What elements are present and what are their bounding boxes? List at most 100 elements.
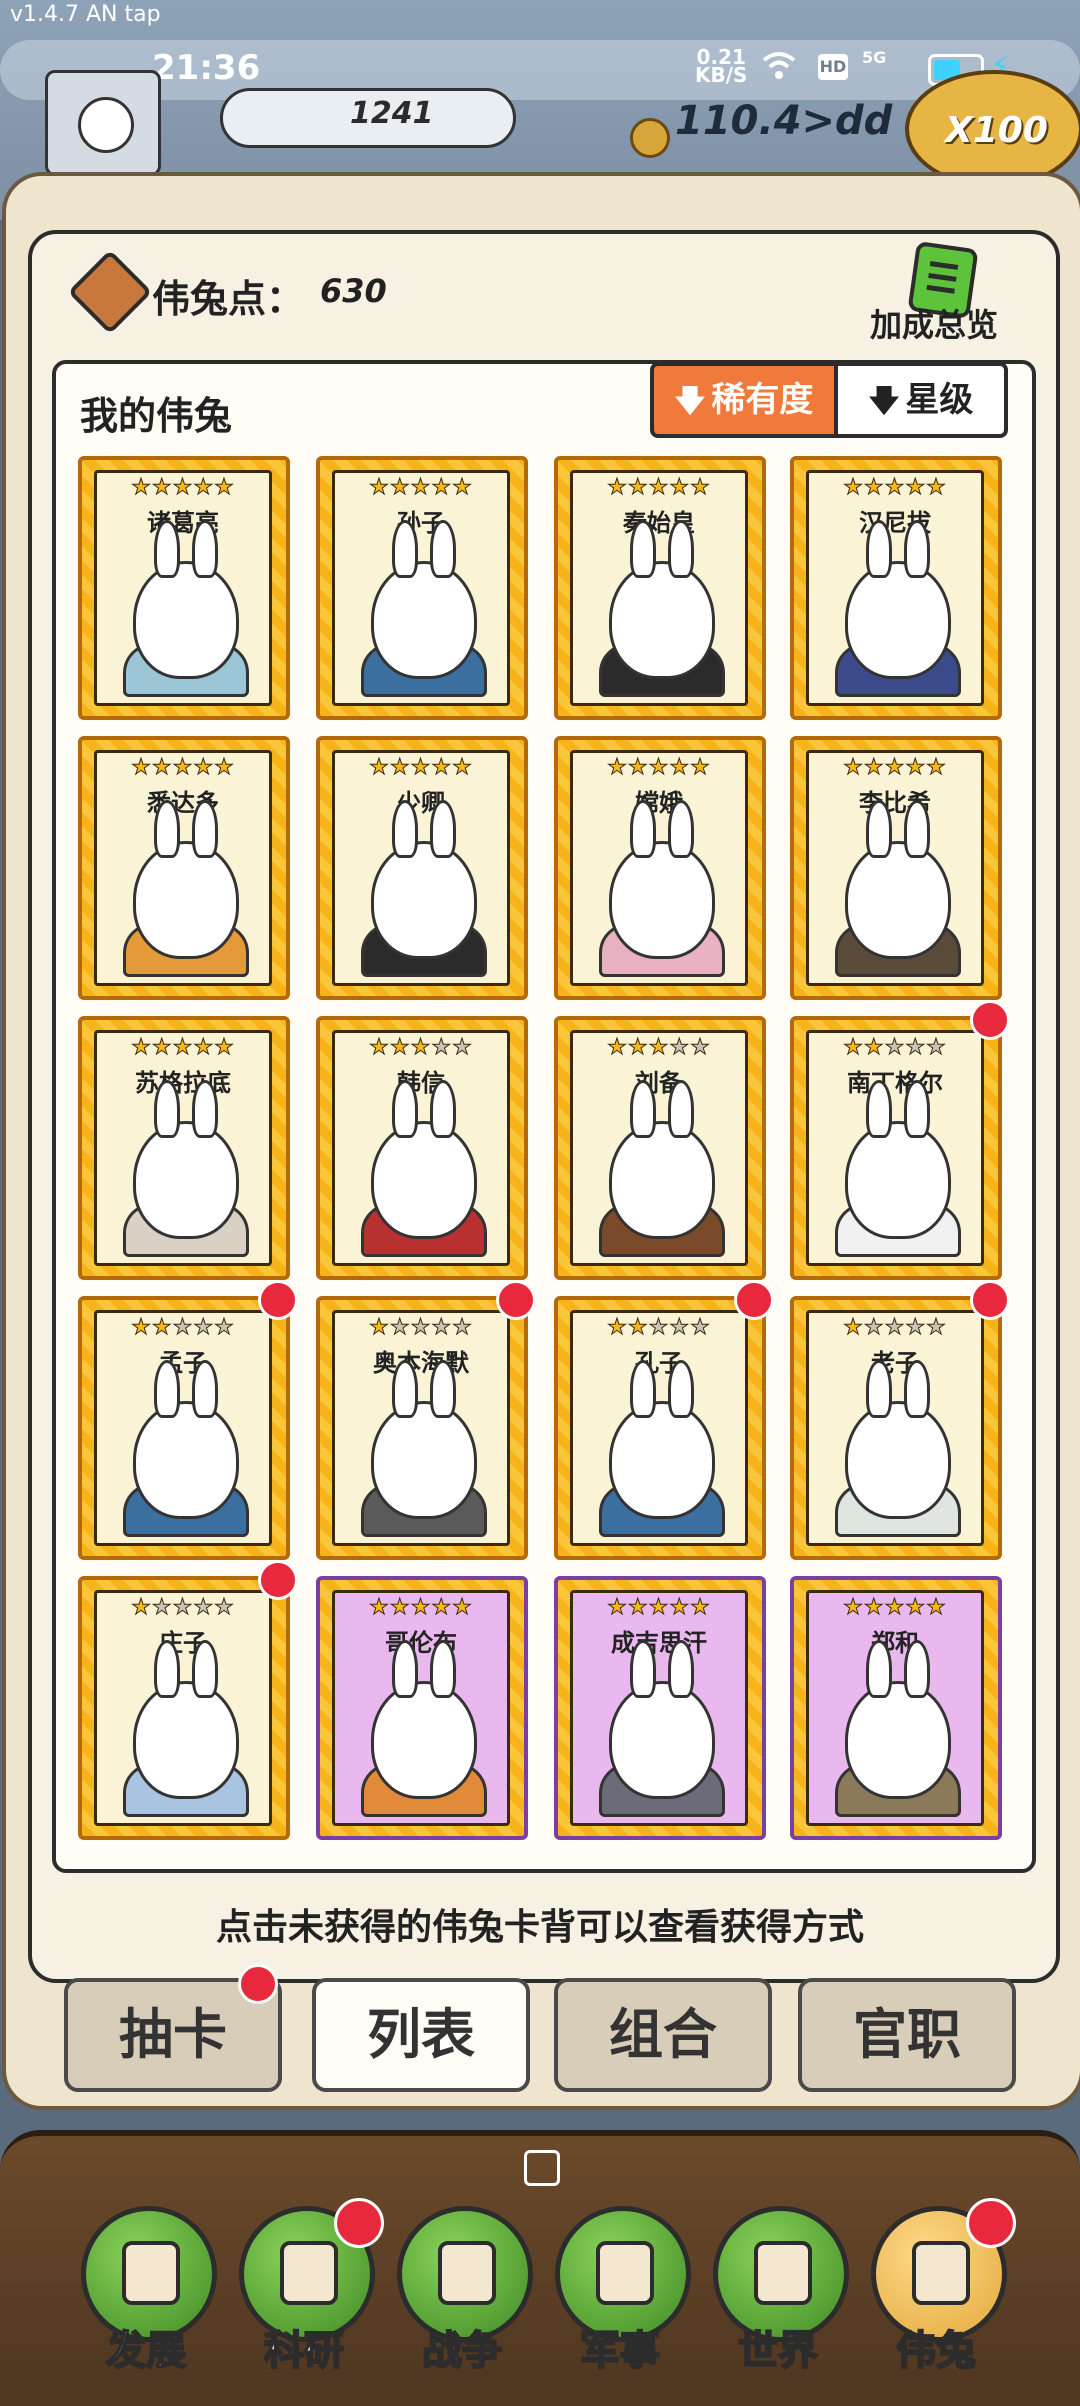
hero-name: 李比希 <box>859 789 931 817</box>
hero-card[interactable]: ★★★★★ 庄子 <box>78 1576 290 1840</box>
star-empty-icon: ★ <box>905 1035 927 1061</box>
star-filled-icon: ★ <box>193 755 215 781</box>
nav-item-4[interactable]: 军事 <box>550 2206 691 2386</box>
star-rating: ★★★★★ <box>809 755 981 781</box>
tab-3[interactable]: 组合 <box>554 1978 772 2092</box>
star-filled-icon: ★ <box>131 755 152 781</box>
star-empty-icon: ★ <box>389 1315 411 1341</box>
star-rating: ★★★★★ <box>573 1595 745 1621</box>
nav-label: 科研 <box>263 2327 345 2375</box>
new-badge <box>970 1000 1010 1040</box>
star-filled-icon: ★ <box>690 755 711 781</box>
hero-card[interactable]: ★★★★★ 南丁格尔 <box>790 1016 1002 1280</box>
star-filled-icon: ★ <box>926 1595 947 1621</box>
network-speed: 0.21 KB/S <box>695 47 747 85</box>
star-filled-icon: ★ <box>172 475 194 501</box>
hero-card-face: ★★★★★ 诸葛亮 <box>94 470 272 706</box>
star-rating: ★★★★★ <box>809 1035 981 1061</box>
hero-name: 汉尼拔 <box>859 509 931 537</box>
hero-card[interactable]: ★★★★★ 成吉思汗 <box>554 1576 766 1840</box>
tab-label: 组合 <box>609 2003 717 2066</box>
tab-label: 官职 <box>853 2003 961 2066</box>
star-filled-icon: ★ <box>151 1315 173 1341</box>
star-empty-icon: ★ <box>905 1315 927 1341</box>
arrow-down-icon: 🡇 <box>674 384 706 419</box>
hero-card-face: ★★★★★ 南丁格尔 <box>806 1030 984 1266</box>
star-rating: ★★★★★ <box>809 1595 981 1621</box>
hero-name: 孔子 <box>635 1349 683 1377</box>
hero-card[interactable]: ★★★★★ 悉达多 <box>78 736 290 1000</box>
hero-card[interactable]: ★★★★★ 老子 <box>790 1296 1002 1560</box>
hero-card[interactable]: ★★★★★ 少卿 <box>316 736 528 1000</box>
rabbit-portrait-icon <box>609 1080 715 1239</box>
hero-card[interactable]: ★★★★★ 汉尼拔 <box>790 456 1002 720</box>
multiplier-button[interactable]: X100 <box>905 70 1080 188</box>
hero-card[interactable]: ★★★★★ 奥本海默 <box>316 1296 528 1560</box>
multiplier-label: X100 <box>945 110 1048 151</box>
star-rating: ★★★★★ <box>335 755 507 781</box>
star-filled-icon: ★ <box>669 1595 691 1621</box>
hero-card[interactable]: ★★★★★ 李比希 <box>790 736 1002 1000</box>
tab-2[interactable]: 列表 <box>312 1978 530 2092</box>
star-filled-icon: ★ <box>669 475 691 501</box>
tab-4[interactable]: 官职 <box>798 1978 1016 2092</box>
hero-card[interactable]: ★★★★★ 哥伦布 <box>316 1576 528 1840</box>
star-filled-icon: ★ <box>193 1035 215 1061</box>
hero-name: 郑和 <box>871 1629 919 1657</box>
star-empty-icon: ★ <box>690 1315 711 1341</box>
star-empty-icon: ★ <box>431 1315 453 1341</box>
wifi-icon <box>762 52 796 79</box>
hero-name: 少卿 <box>397 789 445 817</box>
hero-name: 成吉思汗 <box>611 1629 707 1657</box>
star-filled-icon: ★ <box>151 755 173 781</box>
hero-card[interactable]: ★★★★★ 孙子 <box>316 456 528 720</box>
star-filled-icon: ★ <box>863 1595 885 1621</box>
hero-name: 悉达多 <box>147 789 219 817</box>
bonus-overview-button[interactable]: 加成总览 <box>870 300 998 346</box>
player-avatar[interactable] <box>45 70 161 176</box>
star-filled-icon: ★ <box>627 1595 649 1621</box>
rabbit-portrait-icon <box>133 1080 239 1239</box>
star-filled-icon: ★ <box>172 1035 194 1061</box>
star-rating: ★★★★★ <box>573 1315 745 1341</box>
star-empty-icon: ★ <box>863 1315 885 1341</box>
hero-card[interactable]: ★★★★★ 孟子 <box>78 1296 290 1560</box>
new-badge <box>258 1280 298 1320</box>
rabbit-portrait-icon <box>609 800 715 959</box>
hero-card[interactable]: ★★★★★ 苏格拉底 <box>78 1016 290 1280</box>
hero-card[interactable]: ★★★★★ 刘备 <box>554 1016 766 1280</box>
hero-card-face: ★★★★★ 孔子 <box>570 1310 748 1546</box>
nav-item-5[interactable]: 世界 <box>708 2206 849 2386</box>
sort-rarity-button[interactable]: 🡇 稀有度 <box>650 362 838 438</box>
new-badge <box>258 1560 298 1600</box>
hero-card[interactable]: ★★★★★ 孔子 <box>554 1296 766 1560</box>
hero-card[interactable]: ★★★★★ 嫦娥 <box>554 736 766 1000</box>
star-rating: ★★★★★ <box>97 1595 269 1621</box>
rabbit-portrait-icon <box>609 1640 715 1799</box>
star-filled-icon: ★ <box>648 755 670 781</box>
hero-card-face: ★★★★★ 悉达多 <box>94 750 272 986</box>
nav-item-1[interactable]: 发展 <box>76 2206 217 2386</box>
star-empty-icon: ★ <box>214 1595 235 1621</box>
rabbit-portrait-icon <box>371 1640 477 1799</box>
hero-card[interactable]: ★★★★★ 郑和 <box>790 1576 1002 1840</box>
rabbit-portrait-icon <box>371 800 477 959</box>
hero-name: 韩信 <box>397 1069 445 1097</box>
hero-card-face: ★★★★★ 奥本海默 <box>332 1310 510 1546</box>
new-badge <box>496 1280 536 1320</box>
home-indicator[interactable] <box>524 2150 560 2186</box>
nav-item-3[interactable]: 战争 <box>392 2206 533 2386</box>
sort-star-button[interactable]: 🡇 星级 <box>834 362 1008 438</box>
new-badge <box>734 1280 774 1320</box>
rabbit-portrait-icon <box>371 1360 477 1519</box>
star-filled-icon: ★ <box>905 475 927 501</box>
star-filled-icon: ★ <box>648 475 670 501</box>
star-filled-icon: ★ <box>627 1035 649 1061</box>
rabbit-portrait-icon <box>845 800 951 959</box>
hd-icon: HD <box>818 54 848 80</box>
star-filled-icon: ★ <box>627 1315 649 1341</box>
hero-card[interactable]: ★★★★★ 韩信 <box>316 1016 528 1280</box>
hero-card[interactable]: ★★★★★ 诸葛亮 <box>78 456 290 720</box>
star-filled-icon: ★ <box>389 1035 411 1061</box>
hero-card[interactable]: ★★★★★ 秦始皇 <box>554 456 766 720</box>
